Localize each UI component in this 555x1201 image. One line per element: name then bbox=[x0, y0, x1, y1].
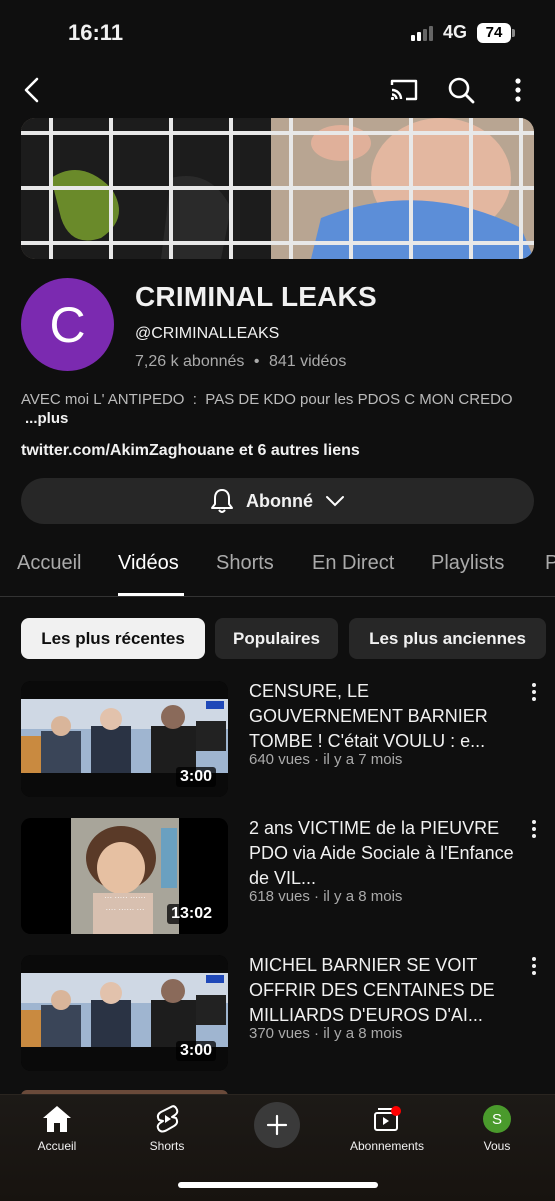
chevron-down-icon bbox=[326, 496, 344, 507]
video-thumbnail[interactable]: ··· ····· ······ ···· ······ ··· 13:02 bbox=[21, 818, 228, 934]
channel-banner bbox=[21, 118, 534, 259]
channel-tabs: Accueil Vidéos Shorts En Direct Playlist… bbox=[0, 552, 555, 596]
video-duration: 13:02 bbox=[167, 904, 216, 924]
status-indicators: 4G 74 bbox=[410, 22, 515, 43]
tab-en-direct[interactable]: En Direct bbox=[312, 552, 394, 575]
channel-handle: @CRIMINALLEAKS bbox=[135, 325, 280, 342]
nav-you-label: Vous bbox=[483, 1139, 511, 1153]
bell-icon bbox=[211, 489, 233, 513]
tab-accueil[interactable]: Accueil bbox=[17, 552, 81, 575]
video-title[interactable]: CENSURE, LE GOUVERNEMENT BARNIER TOMBE !… bbox=[249, 679, 517, 754]
video-more-icon[interactable] bbox=[524, 954, 544, 978]
network-label: 4G bbox=[442, 22, 467, 42]
channel-avatar[interactable]: C bbox=[21, 278, 114, 371]
cast-icon[interactable] bbox=[384, 70, 424, 110]
nav-subscriptions-label: Abonnements bbox=[349, 1139, 425, 1153]
tab-shorts[interactable]: Shorts bbox=[216, 552, 274, 575]
tab-playlists[interactable]: Playlists bbox=[431, 552, 504, 575]
back-arrow-icon[interactable] bbox=[12, 70, 52, 110]
video-thumbnail[interactable]: 3:00 bbox=[21, 681, 228, 797]
subscriptions-icon bbox=[374, 1106, 401, 1131]
video-count: 841 vidéos bbox=[268, 353, 347, 370]
nav-home-label: Accueil bbox=[37, 1139, 77, 1153]
chip-recent[interactable]: Les plus récentes bbox=[21, 618, 205, 659]
svg-text:···· ······ ···: ···· ······ ··· bbox=[105, 905, 144, 914]
chip-popular[interactable]: Populaires bbox=[215, 618, 338, 659]
channel-links[interactable]: twitter.com/AkimZaghouane et 6 autres li… bbox=[21, 442, 360, 460]
links-suffix[interactable]: et 6 autres liens bbox=[234, 442, 360, 459]
video-meta: 370 vues · il y a 8 mois bbox=[249, 1025, 403, 1042]
channel-name: CRIMINAL LEAKS bbox=[135, 281, 377, 312]
home-indicator bbox=[178, 1182, 378, 1188]
user-avatar: S bbox=[483, 1105, 511, 1133]
video-meta: 618 vues · il y a 8 mois bbox=[249, 888, 403, 905]
subscribe-label: Abonné bbox=[246, 490, 313, 511]
nav-subscriptions[interactable]: Abonnements bbox=[337, 1105, 437, 1153]
search-icon[interactable] bbox=[441, 70, 481, 110]
video-duration: 3:00 bbox=[175, 1041, 216, 1061]
subscribe-button[interactable]: Abonné bbox=[21, 478, 534, 524]
nav-you[interactable]: S Vous bbox=[447, 1105, 547, 1153]
video-more-icon[interactable] bbox=[524, 817, 544, 841]
nav-shorts-label: Shorts bbox=[149, 1139, 185, 1153]
shorts-icon bbox=[156, 1105, 179, 1133]
video-meta: 640 vues · il y a 7 mois bbox=[249, 751, 403, 768]
tab-videos[interactable]: Vidéos bbox=[118, 552, 179, 575]
description-more-link[interactable]: ...plus bbox=[25, 410, 68, 427]
channel-description[interactable]: AVEC moi L' ANTIPEDO : PAS DE KDO pour l… bbox=[21, 390, 541, 410]
chip-oldest[interactable]: Les plus anciennes bbox=[349, 618, 546, 659]
tab-overflow[interactable]: P bbox=[545, 552, 555, 575]
plus-icon bbox=[266, 1114, 288, 1136]
status-time: 16:11 bbox=[68, 20, 124, 45]
video-more-icon[interactable] bbox=[524, 680, 544, 704]
battery-icon: 74 bbox=[477, 22, 515, 43]
tabs-divider bbox=[0, 596, 555, 597]
nav-shorts[interactable]: Shorts bbox=[117, 1105, 217, 1153]
battery-level: 74 bbox=[477, 22, 511, 43]
home-icon bbox=[43, 1106, 71, 1132]
more-vert-icon[interactable] bbox=[498, 70, 538, 110]
signal-icon bbox=[410, 25, 433, 41]
video-title[interactable]: 2 ans VICTIME de la PIEUVRE PDO via Aide… bbox=[249, 816, 517, 891]
video-thumbnail[interactable]: 3:00 bbox=[21, 955, 228, 1071]
svg-text:··· ····· ······: ··· ····· ······ bbox=[104, 893, 146, 902]
create-button[interactable] bbox=[254, 1102, 300, 1148]
channel-stats: 7,26 k abonnés • 841 vidéos bbox=[135, 353, 346, 371]
subscriber-count: 7,26 k abonnés bbox=[135, 353, 245, 370]
video-duration: 3:00 bbox=[175, 767, 216, 787]
nav-home[interactable]: Accueil bbox=[7, 1105, 107, 1153]
stats-separator: • bbox=[253, 353, 260, 370]
links-domain[interactable]: twitter.com/AkimZaghouane bbox=[21, 442, 234, 459]
video-title[interactable]: MICHEL BARNIER SE VOIT OFFRIR DES CENTAI… bbox=[249, 953, 517, 1028]
